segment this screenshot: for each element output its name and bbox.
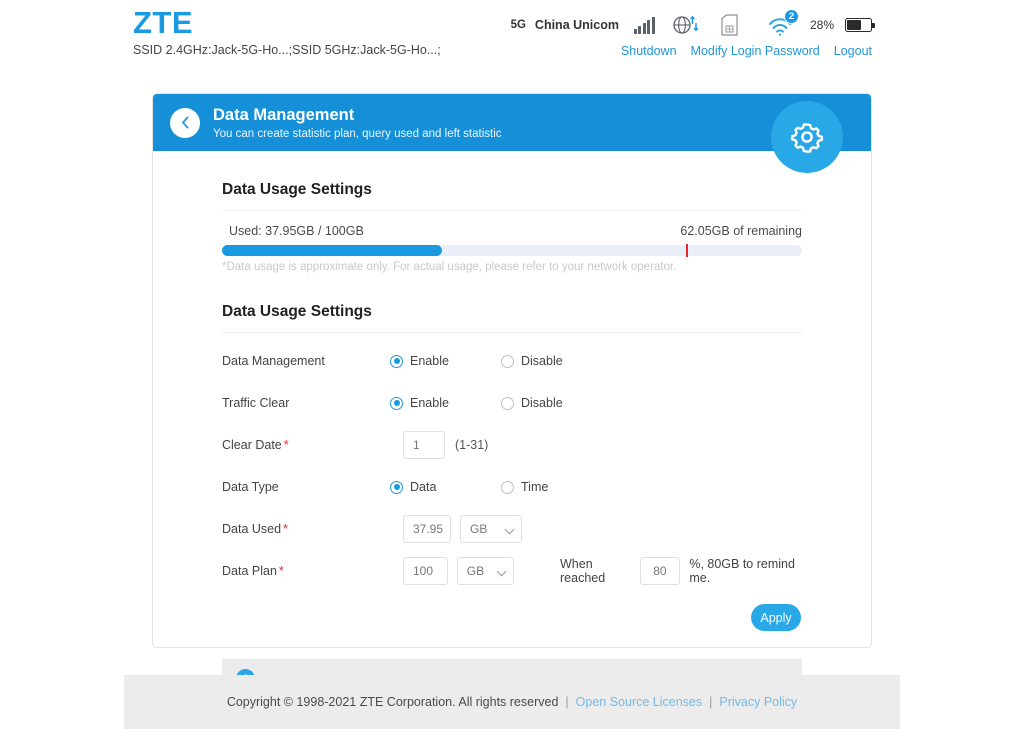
traffic-clear-disable-option[interactable]: Disable xyxy=(501,396,563,410)
footer-separator: | xyxy=(565,695,568,709)
data-management-label: Data Management xyxy=(222,354,390,368)
radio-selected-icon xyxy=(390,397,403,410)
chevron-down-icon xyxy=(505,525,515,535)
page-title: Data Management xyxy=(213,105,502,126)
sim-card-icon xyxy=(721,14,738,36)
reminder-threshold-group: When reached 80 %, 80GB to remind me. xyxy=(560,557,802,585)
row-data-used: Data Used* 37.95 GB xyxy=(222,513,802,545)
data-plan-input[interactable]: 100 xyxy=(403,557,448,585)
reminder-prefix-label: When reached xyxy=(560,557,631,585)
label-text: Clear Date xyxy=(222,438,282,452)
label-text: Data Used xyxy=(222,522,281,536)
page-subtitle: You can create statistic plan, query use… xyxy=(213,128,502,140)
usage-section-title: Data Usage Settings xyxy=(222,151,802,210)
data-used-unit-select[interactable]: GB xyxy=(460,515,522,543)
reminder-threshold-input[interactable]: 80 xyxy=(640,557,681,585)
privacy-policy-link[interactable]: Privacy Policy xyxy=(719,695,797,709)
clear-date-input[interactable]: 1 xyxy=(403,431,445,459)
data-plan-unit-select[interactable]: GB xyxy=(457,557,514,585)
modify-login-password-link[interactable]: Modify Login Password xyxy=(691,44,820,58)
option-label: Enable xyxy=(410,396,449,410)
network-generation-label: 5G xyxy=(511,19,526,31)
data-used-label: Data Used* xyxy=(222,522,390,536)
radio-unselected-icon xyxy=(501,355,514,368)
usage-summary: Used: 37.95GB / 100GB 62.05GB of remaini… xyxy=(222,211,802,238)
ssid-text: SSID 2.4GHz:Jack-5G-Ho...;SSID 5GHz:Jack… xyxy=(133,43,441,57)
copyright-text: Copyright © 1998-2021 ZTE Corporation. A… xyxy=(227,695,559,709)
carrier-name-label: China Unicom xyxy=(535,18,619,32)
wifi-client-count-badge: 2 xyxy=(784,9,799,24)
data-type-time-option[interactable]: Time xyxy=(501,480,548,494)
option-label: Disable xyxy=(521,354,563,368)
clear-date-hint: (1-31) xyxy=(455,438,488,452)
data-management-disable-option[interactable]: Disable xyxy=(501,354,563,368)
battery-percent-label: 28% xyxy=(810,18,834,32)
data-type-label: Data Type xyxy=(222,480,390,494)
chevron-down-icon xyxy=(497,567,507,577)
option-label: Enable xyxy=(410,354,449,368)
status-indicators: 5G China Unicom xyxy=(511,14,872,36)
selected-unit-label: GB xyxy=(470,522,487,536)
apply-row: Apply xyxy=(222,604,802,631)
chevron-left-icon xyxy=(180,116,191,129)
traffic-clear-label: Traffic Clear xyxy=(222,396,390,410)
row-traffic-clear: Traffic Clear Enable Disable xyxy=(222,387,802,419)
progress-fill xyxy=(222,245,442,256)
back-button[interactable] xyxy=(170,108,200,138)
page-root: ZTE SSID 2.4GHz:Jack-5G-Ho...;SSID 5GHz:… xyxy=(0,0,1024,750)
reminder-suffix-label: %, 80GB to remind me. xyxy=(689,557,802,585)
page-banner: Data Management You can create statistic… xyxy=(153,94,871,151)
radio-selected-icon xyxy=(390,355,403,368)
data-plan-label: Data Plan* xyxy=(222,564,390,578)
main-card: Data Management You can create statistic… xyxy=(152,93,872,648)
option-label: Data xyxy=(410,480,436,494)
battery-icon xyxy=(845,18,872,32)
data-used-input[interactable]: 37.95 xyxy=(403,515,451,543)
label-text: Data Plan xyxy=(222,564,277,578)
required-asterisk: * xyxy=(284,438,289,452)
option-label: Time xyxy=(521,480,548,494)
footer-separator: | xyxy=(709,695,712,709)
top-bar: ZTE SSID 2.4GHz:Jack-5G-Ho...;SSID 5GHz:… xyxy=(0,0,1024,70)
radio-selected-icon xyxy=(390,481,403,494)
shutdown-link[interactable]: Shutdown xyxy=(621,44,677,58)
threshold-marker xyxy=(686,244,688,257)
traffic-clear-enable-option[interactable]: Enable xyxy=(390,396,501,410)
wifi-icon: 2 xyxy=(767,14,793,36)
apply-button[interactable]: Apply xyxy=(751,604,801,631)
open-source-licenses-link[interactable]: Open Source Licenses xyxy=(576,695,702,709)
required-asterisk: * xyxy=(283,522,288,536)
row-clear-date: Clear Date* 1 (1-31) xyxy=(222,429,802,461)
settings-button[interactable] xyxy=(771,101,843,173)
signal-strength-icon xyxy=(634,17,655,34)
zte-logo: ZTE xyxy=(133,5,193,41)
globe-data-transfer-icon xyxy=(672,14,698,36)
required-asterisk: * xyxy=(279,564,284,578)
selected-unit-label: GB xyxy=(467,564,484,578)
clear-date-label: Clear Date* xyxy=(222,438,390,452)
row-data-type: Data Type Data Time xyxy=(222,471,802,503)
usage-disclaimer: *Data usage is approximate only. For act… xyxy=(222,261,802,273)
divider xyxy=(222,332,802,333)
card-body: Data Usage Settings Used: 37.95GB / 100G… xyxy=(153,151,871,698)
gear-icon xyxy=(787,117,827,157)
data-management-enable-option[interactable]: Enable xyxy=(390,354,501,368)
radio-unselected-icon xyxy=(501,397,514,410)
option-label: Disable xyxy=(521,396,563,410)
row-data-management: Data Management Enable Disable xyxy=(222,345,802,377)
data-usage-progress-bar xyxy=(222,245,802,256)
data-remaining-summary: 62.05GB of remaining xyxy=(680,224,802,238)
page-footer: Copyright © 1998-2021 ZTE Corporation. A… xyxy=(124,675,900,729)
settings-section-title: Data Usage Settings xyxy=(222,273,802,332)
radio-unselected-icon xyxy=(501,481,514,494)
logout-link[interactable]: Logout xyxy=(834,44,872,58)
header-links: Shutdown Modify Login Password Logout xyxy=(621,44,872,58)
banner-text: Data Management You can create statistic… xyxy=(213,105,502,140)
row-data-plan: Data Plan* 100 GB When reached 80 %, 80G… xyxy=(222,555,802,587)
data-type-data-option[interactable]: Data xyxy=(390,480,501,494)
data-used-summary: Used: 37.95GB / 100GB xyxy=(229,224,364,238)
